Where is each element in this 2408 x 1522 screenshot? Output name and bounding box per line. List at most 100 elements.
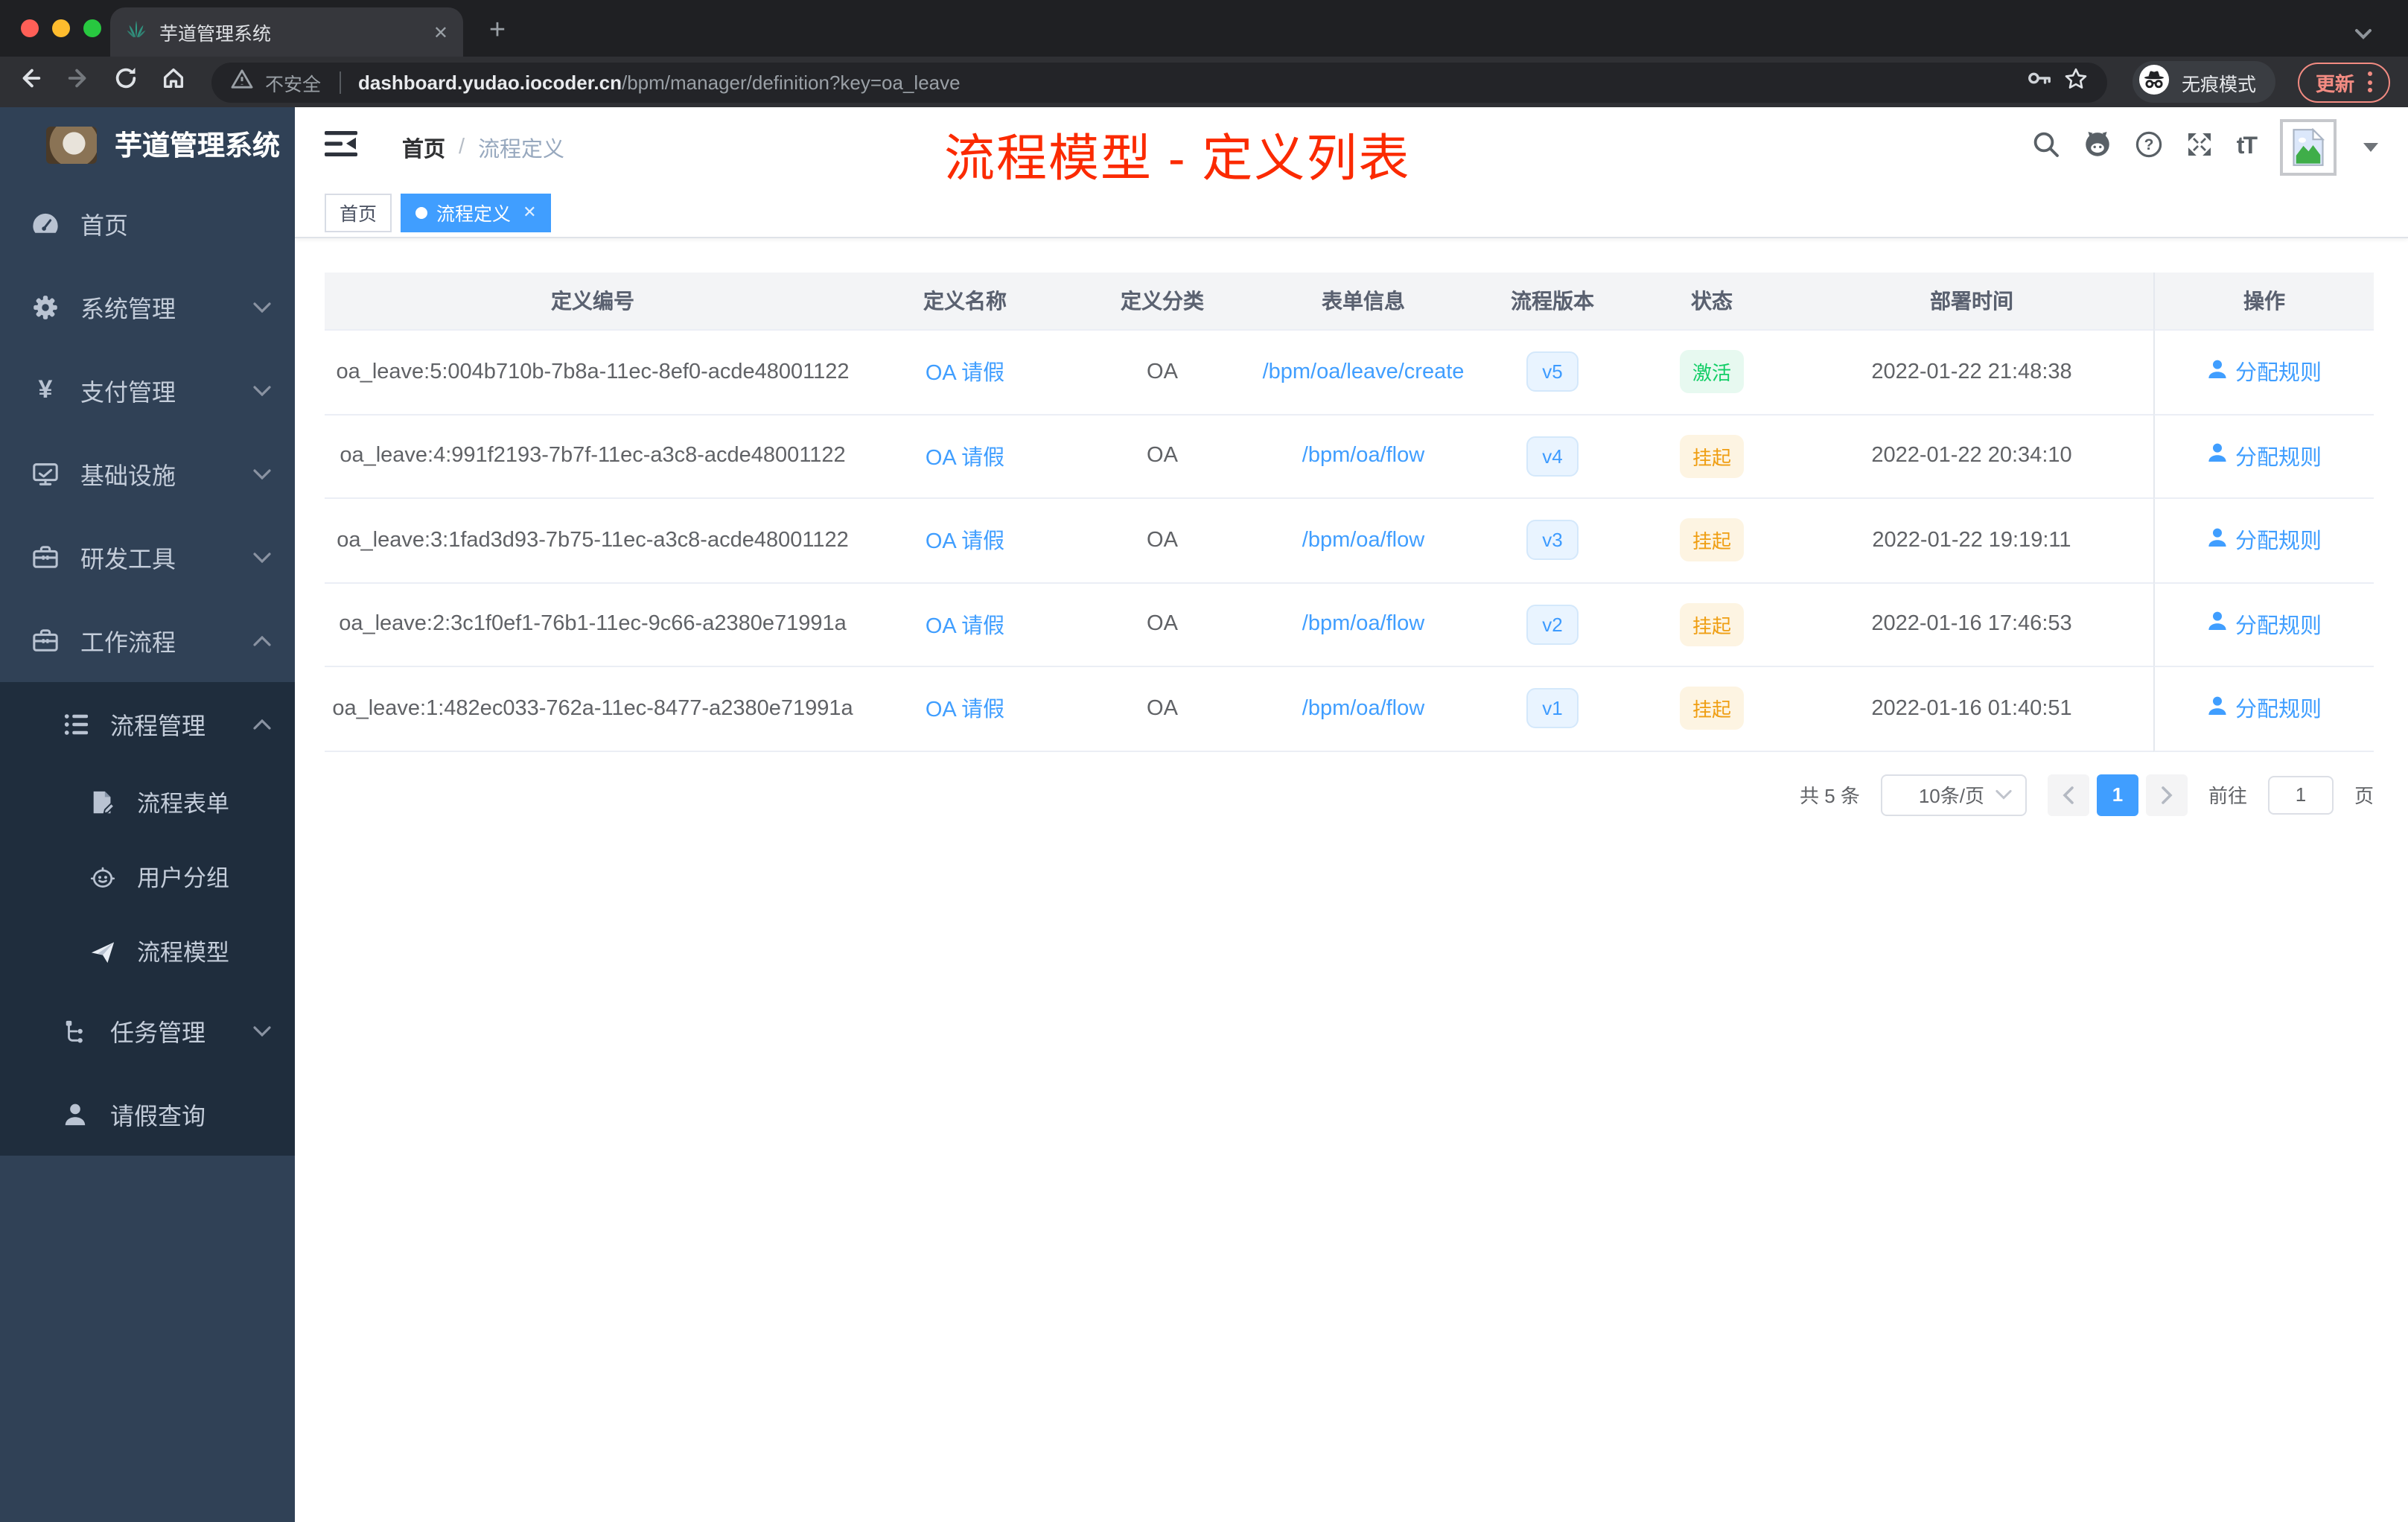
form-info-link[interactable]: /bpm/oa/flow: [1302, 613, 1424, 637]
version-badge: v2: [1526, 604, 1579, 645]
forward-icon[interactable]: [66, 66, 91, 98]
form-info-link[interactable]: /bpm/oa/flow: [1302, 445, 1424, 468]
sidebar-item-payment-management[interactable]: ¥ 支付管理: [0, 348, 295, 432]
app-logo-row[interactable]: 芋道管理系统: [0, 107, 295, 182]
pagination: 共 5 条 10条/页 1 前往 页: [325, 774, 2374, 815]
help-icon[interactable]: ?: [2135, 130, 2162, 165]
github-icon[interactable]: [2083, 130, 2112, 165]
chevron-down-icon: [253, 293, 271, 320]
sidebar-collapse-icon[interactable]: [325, 131, 357, 164]
sidebar-item-label: 系统管理: [80, 298, 176, 323]
definition-id: oa_leave:4:991f2193-7b7f-11ec-a3c8-acde4…: [325, 415, 861, 499]
goto-page-input[interactable]: [2267, 775, 2334, 814]
form-info-link[interactable]: /bpm/oa/flow: [1302, 697, 1424, 721]
chevron-down-icon[interactable]: [2354, 21, 2372, 48]
more-menu-icon[interactable]: [2368, 71, 2372, 92]
status-badge: 激活: [1680, 350, 1743, 394]
tag-home[interactable]: 首页: [325, 193, 392, 232]
form-edit-icon: [86, 789, 118, 816]
browser-tab[interactable]: 芋道管理系统 ✕: [110, 7, 463, 57]
assign-rule-link[interactable]: 分配规则: [2235, 357, 2322, 388]
page-size-select[interactable]: 10条/页: [1880, 774, 2027, 815]
table-header: 定义编号 定义名称 定义分类 表单信息 流程版本 状态 部署时间 操作: [325, 273, 2374, 331]
tag-process-definition[interactable]: 流程定义 ✕: [401, 193, 552, 232]
form-info-link[interactable]: /bpm/oa/leave/create: [1263, 360, 1465, 384]
column-header: 状态: [1634, 273, 1790, 331]
security-label[interactable]: 不安全: [265, 68, 321, 96]
maximize-window-button[interactable]: [83, 19, 101, 37]
annotation-title: 流程模型 - 定义列表: [944, 131, 1411, 188]
assign-rule-link[interactable]: 分配规则: [2235, 525, 2322, 556]
definition-name-link[interactable]: OA 请假: [926, 609, 1004, 640]
chevron-up-icon: [253, 710, 271, 737]
minimize-window-button[interactable]: [52, 19, 70, 37]
next-page-button[interactable]: [2145, 774, 2188, 815]
definition-category: OA: [1069, 415, 1255, 499]
sidebar-item-task-management[interactable]: 任务管理: [0, 989, 295, 1072]
assign-rule-link[interactable]: 分配规则: [2235, 441, 2322, 472]
deploy-time: 2022-01-16 01:40:51: [1790, 667, 2153, 751]
tags-view: 首页 流程定义 ✕: [295, 188, 2408, 238]
back-icon[interactable]: [18, 66, 43, 98]
tag-close-icon[interactable]: ✕: [523, 203, 536, 222]
user-icon: [2207, 611, 2228, 638]
definition-id: oa_leave:3:1fad3d93-7b75-11ec-a3c8-acde4…: [325, 499, 861, 583]
home-icon[interactable]: [161, 66, 186, 98]
sidebar-item-system-management[interactable]: 系统管理: [0, 265, 295, 348]
main-content: 定义编号 定义名称 定义分类 表单信息 流程版本 状态 部署时间 操作 oa_l…: [295, 238, 2408, 1522]
avatar-dropdown-caret-icon[interactable]: [2363, 143, 2378, 152]
form-info-link[interactable]: /bpm/oa/flow: [1302, 529, 1424, 553]
url-text[interactable]: dashboard.yudao.iocoder.cn/bpm/manager/d…: [358, 71, 2015, 93]
definition-name-link[interactable]: OA 请假: [926, 441, 1004, 472]
sidebar-item-process-management[interactable]: 流程管理: [0, 682, 295, 765]
sidebar-item-user-group[interactable]: 用户分组: [0, 840, 295, 914]
url-bar[interactable]: 不安全 dashboard.yudao.iocoder.cn/bpm/manag…: [211, 62, 2107, 102]
assign-rule-link[interactable]: 分配规则: [2235, 693, 2322, 725]
monitor-icon: [30, 459, 61, 488]
search-icon[interactable]: [2033, 130, 2060, 165]
current-page-button[interactable]: 1: [2096, 774, 2138, 815]
sidebar-item-label: 首页: [80, 214, 129, 240]
column-header: 定义名称: [861, 273, 1069, 331]
sidebar-item-process-model[interactable]: 流程模型: [0, 914, 295, 989]
definition-name-link[interactable]: OA 请假: [926, 357, 1004, 388]
security-warning-icon[interactable]: [231, 68, 253, 96]
reload-icon[interactable]: [113, 66, 138, 98]
breadcrumb-current: 流程定义: [478, 138, 565, 162]
browser-chrome: 芋道管理系统 ✕ + 不安全 dashboard.yudao.iocoder.c…: [0, 0, 2408, 107]
breadcrumb-home[interactable]: 首页: [402, 132, 445, 163]
font-size-icon[interactable]: tT: [2237, 134, 2258, 161]
sidebar-item-label: 基础设施: [80, 465, 176, 490]
status-badge: 挂起: [1680, 434, 1743, 478]
definition-name-link[interactable]: OA 请假: [926, 525, 1004, 556]
sidebar-item-leave-query[interactable]: 请假查询: [0, 1072, 295, 1156]
tab-strip: 芋道管理系统 ✕ +: [0, 0, 2408, 57]
sidebar-item-dev-tools[interactable]: 研发工具: [0, 515, 295, 599]
definition-name-link[interactable]: OA 请假: [926, 693, 1004, 725]
tag-label: 流程定义: [436, 204, 512, 225]
gear-icon: [30, 293, 61, 321]
sidebar-item-label: 研发工具: [80, 548, 176, 573]
sidebar-item-label: 任务管理: [110, 1022, 206, 1047]
assign-rule-link[interactable]: 分配规则: [2235, 609, 2322, 640]
sidebar-item-home[interactable]: 首页: [0, 182, 295, 265]
fullscreen-icon[interactable]: [2186, 130, 2213, 165]
avatar[interactable]: [2280, 119, 2337, 176]
version-badge: v3: [1526, 520, 1579, 561]
prev-page-button[interactable]: [2047, 774, 2089, 815]
sidebar-item-process-form[interactable]: 流程表单: [0, 765, 295, 840]
sidebar-menu: 首页 系统管理 ¥ 支付管理 基础设施 研发工具 工作流程 流程管理 流程表单 …: [0, 182, 295, 1156]
column-header: 定义分类: [1069, 273, 1255, 331]
window-controls[interactable]: [21, 19, 101, 37]
new-tab-button[interactable]: +: [480, 13, 515, 49]
sidebar-item-label: 流程表单: [137, 792, 230, 818]
sidebar-item-workflow[interactable]: 工作流程: [0, 599, 295, 682]
sidebar-item-label: 流程模型: [137, 941, 230, 967]
key-icon[interactable]: [2027, 69, 2052, 95]
bookmark-star-icon[interactable]: [2064, 66, 2088, 98]
breadcrumb-separator: /: [459, 136, 465, 159]
tab-close-icon[interactable]: ✕: [433, 22, 448, 42]
update-button[interactable]: 更新: [2297, 62, 2390, 102]
close-window-button[interactable]: [21, 19, 39, 37]
sidebar-item-infrastructure[interactable]: 基础设施: [0, 432, 295, 515]
